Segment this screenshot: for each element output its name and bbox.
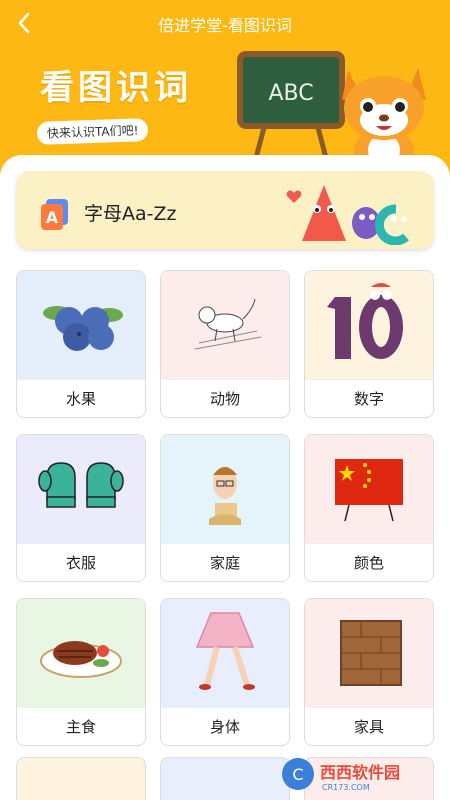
- content-panel: A 字母Aa-Zz 水果 动物 数字 衣服 家庭 颜色 主食 身体 家具 C 西…: [0, 155, 450, 800]
- card-label: 颜色: [305, 543, 433, 581]
- mittens-icon: [38, 462, 124, 508]
- board-text: ABC: [268, 81, 313, 106]
- letter-a-icon: A: [41, 199, 68, 230]
- category-card-staple-food[interactable]: 主食: [16, 598, 146, 746]
- svg-text:CR173.COM: CR173.COM: [322, 783, 370, 792]
- category-card-number[interactable]: 数字: [304, 270, 434, 418]
- card-label: 数字: [305, 379, 433, 417]
- category-card-partial[interactable]: [160, 757, 290, 800]
- category-card-clothes[interactable]: 衣服: [16, 434, 146, 582]
- card-label: 身体: [161, 707, 289, 745]
- card-image: [161, 271, 289, 379]
- wooden-panel-icon: [340, 620, 402, 686]
- page-title: 倍进学堂-看图识词: [158, 16, 292, 35]
- fox-mascot-icon: [342, 68, 426, 168]
- blueberry-icon: [43, 306, 123, 351]
- card-image: [161, 599, 289, 707]
- svg-text:西西软件园: 西西软件园: [320, 763, 400, 782]
- watermark-logo: C 西西软件园 CR173.COM: [282, 758, 400, 792]
- card-image: [305, 271, 433, 379]
- letter-banner-label: 字母Aa-Zz: [84, 203, 177, 225]
- card-label: 家具: [305, 707, 433, 745]
- letter-banner[interactable]: A 字母Aa-Zz: [16, 171, 434, 249]
- category-card-animal[interactable]: 动物: [160, 270, 290, 418]
- category-card-color[interactable]: 颜色: [304, 434, 434, 582]
- svg-text:A: A: [46, 208, 59, 227]
- svg-text:C: C: [292, 765, 303, 784]
- category-card-family[interactable]: 家庭: [160, 434, 290, 582]
- steak-icon: [40, 641, 122, 678]
- header: 倍进学堂-看图识词 看图识词 快来认识TA们吧! ABC: [0, 0, 450, 175]
- card-label: 家庭: [161, 543, 289, 581]
- number-ten-icon: [327, 283, 403, 359]
- category-grid: 水果 动物 数字 衣服 家庭 颜色 主食 身体 家具: [16, 270, 434, 746]
- card-label: 水果: [17, 379, 145, 417]
- alphabet-characters-icon: [286, 185, 409, 245]
- person-icon: [209, 467, 241, 525]
- card-image: [305, 435, 433, 543]
- card-image: [161, 435, 289, 543]
- category-card-partial[interactable]: [16, 757, 146, 800]
- skirt-legs-icon: [195, 612, 255, 690]
- card-label: 衣服: [17, 543, 145, 581]
- card-image: [305, 599, 433, 707]
- hero-title: 看图识词: [40, 68, 192, 108]
- card-image: [17, 435, 145, 543]
- category-card-body[interactable]: 身体: [160, 598, 290, 746]
- dog-icon: [194, 298, 262, 350]
- category-card-furniture[interactable]: 家具: [304, 598, 434, 746]
- card-label: 主食: [17, 707, 145, 745]
- card-label: 动物: [161, 379, 289, 417]
- card-image: [17, 599, 145, 707]
- category-card-fruit[interactable]: 水果: [16, 270, 146, 418]
- card-image: [17, 271, 145, 379]
- flag-icon: [335, 459, 403, 522]
- hero-subtitle: 快来认识TA们吧!: [36, 118, 149, 145]
